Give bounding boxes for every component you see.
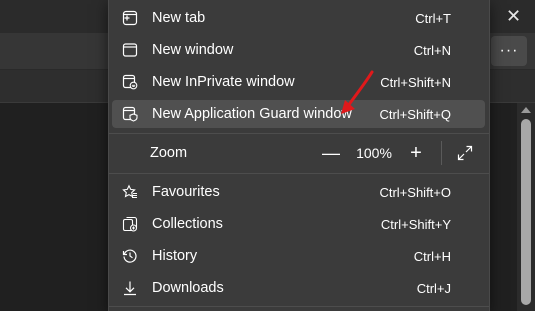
menu-divider [109, 173, 489, 174]
favourites-icon [122, 184, 138, 200]
menu-item-label: Collections [152, 216, 223, 232]
menu-item-shortcut: Ctrl+N [413, 42, 451, 58]
close-window-button[interactable]: ✕ [492, 0, 535, 33]
menu-item-label: New tab [152, 10, 206, 26]
menu-item-collections[interactable]: Collections Ctrl+Shift+Y [112, 210, 485, 238]
close-icon: ✕ [505, 6, 522, 26]
menu-item-new-inprivate-window[interactable]: New InPrivate window Ctrl+Shift+N [112, 68, 485, 96]
history-icon [122, 248, 138, 264]
menu-item-label: New InPrivate window [152, 74, 295, 90]
menu-item-favourites[interactable]: Favourites Ctrl+Shift+O [112, 178, 485, 206]
settings-and-more-button[interactable]: ··· [491, 36, 527, 66]
menu-divider [109, 306, 489, 307]
scrollbar-thumb[interactable] [521, 119, 531, 305]
menu-item-shortcut: Ctrl+J [416, 280, 451, 296]
collections-icon [122, 216, 138, 232]
menu-item-label: New window [152, 42, 234, 58]
downloads-icon [122, 280, 138, 296]
application-guard-icon [122, 106, 138, 122]
menu-item-label: Favourites [152, 184, 220, 200]
inprivate-icon [122, 74, 138, 90]
vertical-scrollbar[interactable] [517, 103, 535, 311]
zoom-out-button[interactable]: — [318, 143, 344, 164]
more-icon: ··· [499, 42, 519, 59]
menu-divider [109, 133, 489, 134]
zoom-label: Zoom [150, 145, 188, 161]
scroll-up-arrow-icon[interactable] [521, 107, 531, 113]
fullscreen-icon [457, 145, 473, 161]
menu-item-history[interactable]: History Ctrl+H [112, 242, 485, 270]
zoom-in-button[interactable]: + [404, 142, 428, 165]
menu-item-shortcut: Ctrl+Shift+O [379, 184, 451, 200]
new-window-icon [122, 42, 138, 58]
zoom-control: Zoom — 100% + [112, 138, 485, 168]
menu-item-label: New Application Guard window [152, 106, 352, 122]
zoom-level: 100% [356, 145, 392, 161]
menu-item-shortcut: Ctrl+Shift+Y [380, 216, 451, 232]
menu-item-new-window[interactable]: New window Ctrl+N [112, 36, 485, 64]
menu-item-label: History [152, 248, 198, 264]
menu-item-new-tab[interactable]: New tab Ctrl+T [112, 4, 485, 32]
menu-item-downloads[interactable]: Downloads Ctrl+J [112, 274, 485, 302]
annotation-arrow-icon [341, 70, 374, 114]
full-screen-button[interactable] [455, 143, 475, 163]
new-tab-icon [122, 10, 138, 26]
menu-item-new-application-guard-window[interactable]: New Application Guard window Ctrl+Shift+… [112, 100, 485, 128]
zoom-separator [441, 141, 442, 165]
menu-item-shortcut: Ctrl+H [413, 248, 451, 264]
settings-menu: New tab Ctrl+T New window Ctrl+N New InP… [108, 0, 490, 311]
menu-item-label: Downloads [152, 280, 224, 296]
menu-item-shortcut: Ctrl+T [415, 10, 451, 26]
